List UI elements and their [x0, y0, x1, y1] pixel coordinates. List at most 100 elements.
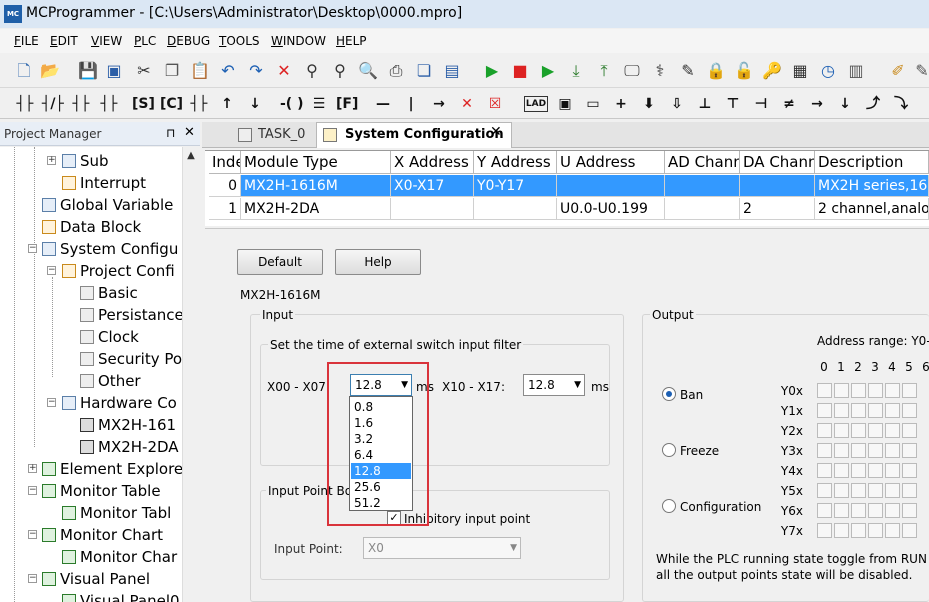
- output-point-cell[interactable]: [902, 423, 917, 438]
- tree-item-monitor-table[interactable]: Monitor Table: [42, 480, 161, 502]
- output-point-cell[interactable]: [902, 383, 917, 398]
- col-header-y-address[interactable]: Y Address: [474, 151, 557, 174]
- output-point-cell[interactable]: [868, 403, 883, 418]
- function-block-icon[interactable]: ☰: [308, 93, 330, 115]
- col-header-index[interactable]: Inde: [209, 151, 241, 174]
- col-header-ad-channel[interactable]: AD Channa: [665, 151, 740, 174]
- menu-tools[interactable]: TOOLS: [219, 34, 260, 48]
- contact-nc-icon[interactable]: ┤/├: [42, 93, 64, 115]
- tree-item-other[interactable]: Other: [80, 370, 141, 392]
- table-row-0-y-address[interactable]: Y0-Y17: [474, 175, 557, 197]
- output-point-cell[interactable]: [902, 483, 917, 498]
- table-row-1-module-type[interactable]: MX2H-2DA: [241, 198, 391, 220]
- output-point-cell[interactable]: [817, 423, 832, 438]
- output-point-cell[interactable]: [885, 403, 900, 418]
- output-point-cell[interactable]: [817, 463, 832, 478]
- output-point-cell[interactable]: [902, 443, 917, 458]
- unlock-icon[interactable]: 🔓: [734, 61, 754, 81]
- output-point-cell[interactable]: [868, 503, 883, 518]
- parallel-nc-icon[interactable]: ┤├: [98, 93, 120, 115]
- tab-task-0[interactable]: TASK_0: [232, 123, 316, 147]
- find-icon[interactable]: ⚲: [302, 61, 322, 81]
- delete-icon[interactable]: ✕: [274, 61, 294, 81]
- table-row-1-u-address[interactable]: U0.0-U0.199: [557, 198, 665, 220]
- pin-icon[interactable]: ⊓: [166, 126, 175, 140]
- delete-box-icon[interactable]: ☒: [484, 93, 506, 115]
- table-row-1-ad-channel[interactable]: [665, 198, 740, 220]
- rect-icon[interactable]: ▭: [582, 93, 604, 115]
- table-row-0-description[interactable]: MX2H series,16 p: [815, 175, 929, 197]
- output-point-cell[interactable]: [851, 483, 866, 498]
- output-point-cell[interactable]: [868, 523, 883, 538]
- plus-icon[interactable]: +: [610, 93, 632, 115]
- step-up-icon[interactable]: ⤴: [862, 93, 884, 115]
- output-point-cell[interactable]: [885, 443, 900, 458]
- stop-icon[interactable]: ■: [510, 61, 530, 81]
- menu-window[interactable]: WINDOW: [271, 34, 326, 48]
- output-point-cell[interactable]: [885, 423, 900, 438]
- password-icon[interactable]: 🔑: [762, 61, 782, 81]
- tree-item-visual-panel-child[interactable]: Visual Panel0: [62, 590, 180, 602]
- table-row-1-y-address[interactable]: [474, 198, 557, 220]
- output-point-cell[interactable]: [817, 483, 832, 498]
- arrow-right-icon[interactable]: →: [806, 93, 828, 115]
- output-point-cell[interactable]: [834, 443, 849, 458]
- tree-item-system-config[interactable]: System Configu: [42, 238, 178, 260]
- scroll-up-icon[interactable]: ▲: [182, 150, 200, 164]
- input-point-select[interactable]: X0 ▼: [363, 537, 521, 559]
- lock-icon[interactable]: 🔒: [706, 61, 726, 81]
- rising-edge-icon[interactable]: ↑: [216, 93, 238, 115]
- monitor-icon[interactable]: 🖵: [622, 61, 642, 81]
- open-file-icon[interactable]: 📂: [40, 61, 60, 81]
- output-point-cell[interactable]: [851, 443, 866, 458]
- download-icon[interactable]: ⤓: [566, 61, 586, 81]
- expand-element-explorer-icon[interactable]: +: [28, 464, 37, 473]
- arrow-down-bold-icon[interactable]: ⬇: [638, 93, 660, 115]
- output-point-cell[interactable]: [902, 403, 917, 418]
- col-header-x-address[interactable]: X Address: [391, 151, 474, 174]
- menu-edit[interactable]: EDIT: [50, 34, 78, 48]
- output-point-cell[interactable]: [834, 523, 849, 538]
- tab-system-configuration[interactable]: System Configuration: [316, 122, 512, 148]
- save-all-icon[interactable]: ▣: [104, 61, 124, 81]
- tree-item-security[interactable]: Security Po: [80, 348, 182, 370]
- output-point-cell[interactable]: [834, 383, 849, 398]
- collapse-project-config-icon[interactable]: −: [47, 266, 56, 275]
- run-icon[interactable]: ▶: [482, 61, 502, 81]
- coil-icon[interactable]: -( ): [280, 93, 303, 115]
- save-icon[interactable]: 💾: [78, 61, 98, 81]
- branch-icon[interactable]: →: [428, 93, 450, 115]
- upload-icon[interactable]: ⤒: [594, 61, 614, 81]
- plc-icon[interactable]: ▦: [790, 61, 810, 81]
- expand-sub-icon[interactable]: +: [47, 156, 56, 165]
- table-row-0-da-channel[interactable]: [740, 175, 815, 197]
- table-row-1-description[interactable]: 2 channel,analog: [815, 198, 929, 220]
- book-icon[interactable]: ▥: [846, 61, 866, 81]
- collapse-system-config-icon[interactable]: −: [28, 244, 37, 253]
- tree-scrollbar[interactable]: [182, 147, 200, 602]
- table-row-0-ad-channel[interactable]: [665, 175, 740, 197]
- edit-icon[interactable]: ✎: [678, 61, 698, 81]
- default-button[interactable]: Default: [237, 249, 323, 275]
- output-point-cell[interactable]: [885, 523, 900, 538]
- table-row-0-module-type[interactable]: MX2H-1616M: [241, 175, 391, 197]
- redo-icon[interactable]: ↷: [246, 61, 266, 81]
- window-tile-icon[interactable]: ▤: [442, 61, 462, 81]
- delete-line-icon[interactable]: ✕: [456, 93, 478, 115]
- new-file-icon[interactable]: 🗋: [14, 61, 34, 81]
- output-point-cell[interactable]: [851, 523, 866, 538]
- falling-edge-icon[interactable]: ↓: [244, 93, 266, 115]
- function-f-icon[interactable]: [F]: [336, 93, 358, 115]
- output-point-cell[interactable]: [834, 503, 849, 518]
- undo-icon[interactable]: ↶: [218, 61, 238, 81]
- tree-item-basic[interactable]: Basic: [80, 282, 138, 304]
- find-replace-icon[interactable]: ⚲: [330, 61, 350, 81]
- more-icon[interactable]: ✎: [912, 61, 929, 81]
- menu-plc[interactable]: PLC: [134, 34, 156, 48]
- zoom-icon[interactable]: 🔍: [358, 61, 378, 81]
- range2-filter-select[interactable]: 12.8 ▼: [523, 374, 585, 396]
- copy-icon[interactable]: ❐: [162, 61, 182, 81]
- tree-item-project-config[interactable]: Project Confi: [62, 260, 175, 282]
- probe-icon[interactable]: ⚕: [650, 61, 670, 81]
- print-icon[interactable]: ⎙: [386, 61, 406, 81]
